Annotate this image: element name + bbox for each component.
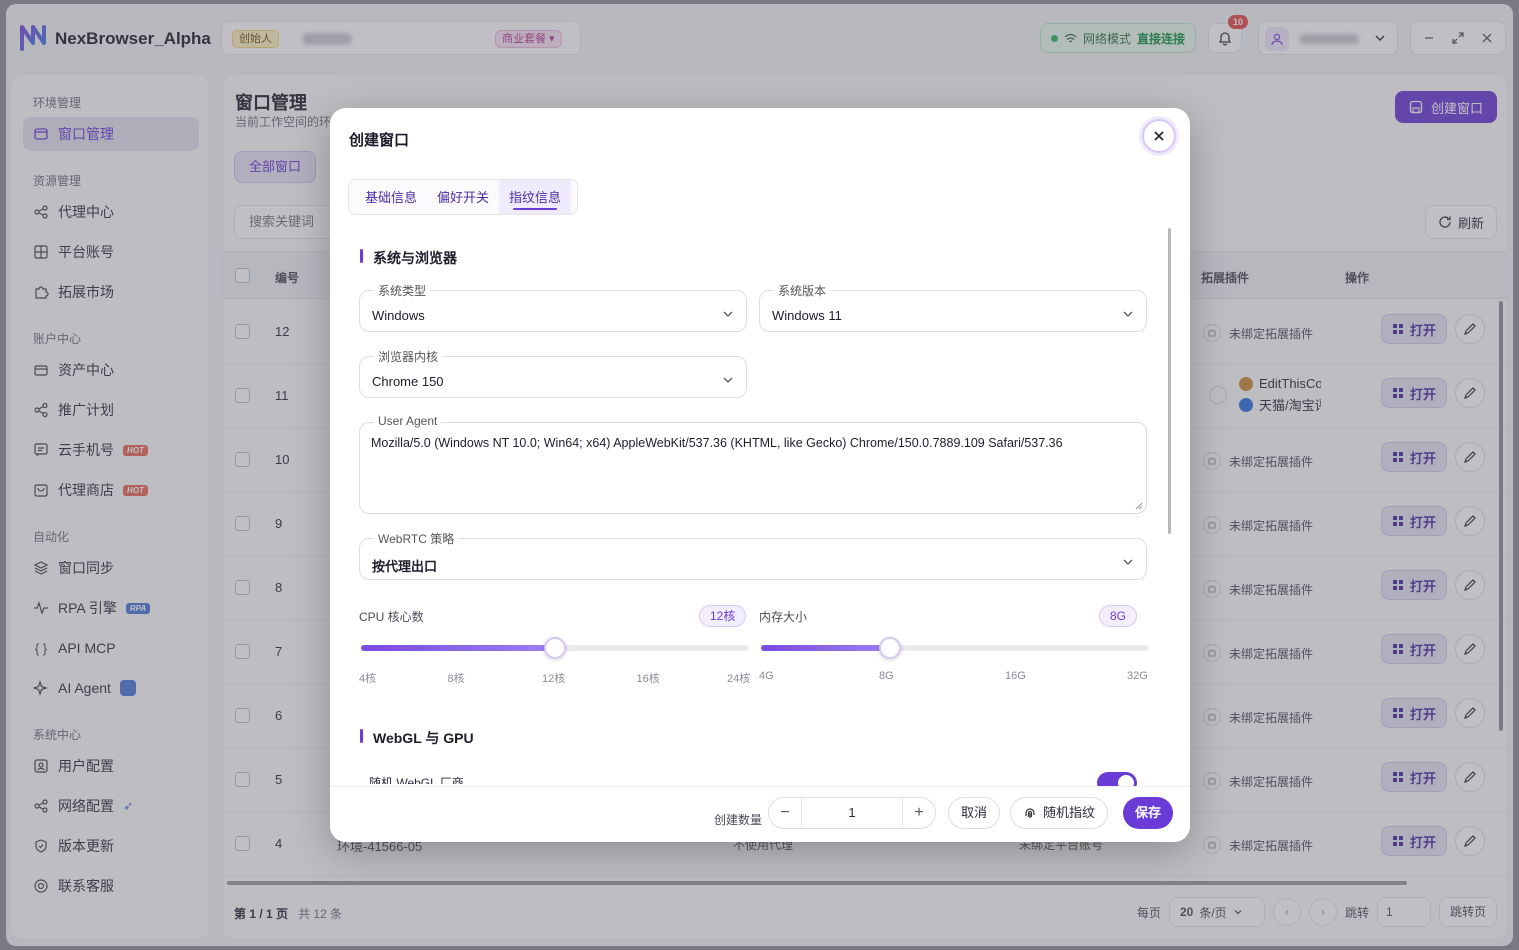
field-value: Windows (372, 308, 425, 323)
dialog-title: 创建窗口 (349, 132, 410, 149)
chevron-down-icon (1123, 311, 1133, 317)
chevron-down-icon (723, 377, 733, 383)
cpu-slider[interactable] (361, 637, 749, 659)
slider-tick-label: 8G (879, 670, 894, 682)
cpu-label: CPU 核心数 (359, 610, 424, 624)
create-window-dialog: 创建窗口 基础信息 偏好开关 指纹信息 系统与浏览器 系统类型 Windows … (330, 108, 1190, 842)
webgl-vendor-label: 随机 WebGL 厂商 (369, 776, 464, 784)
field-label: 系统类型 (374, 282, 431, 299)
slider-tick-label: 4G (759, 670, 774, 682)
field-value: 按代理出口 (372, 559, 438, 574)
section-title-system: 系统与浏览器 (360, 248, 457, 268)
close-icon (1154, 131, 1164, 141)
memory-slider-handle[interactable] (879, 637, 902, 659)
slider-tick-label: 8核 (447, 673, 465, 685)
save-button[interactable]: 保存 (1123, 797, 1174, 829)
quantity-input[interactable]: 1 (801, 798, 903, 828)
memory-value-badge: 8G (1099, 605, 1138, 627)
dialog-close-button[interactable] (1142, 119, 1176, 153)
field-label: 浏览器内核 (374, 348, 443, 365)
cancel-button[interactable]: 取消 (948, 797, 1001, 829)
resize-handle-icon[interactable] (1135, 502, 1143, 510)
os-version-select[interactable]: 系统版本 Windows 11 (759, 282, 1147, 332)
section-title-webgl: WebGL 与 GPU (360, 728, 474, 748)
quantity-label: 创建数量 (714, 813, 763, 827)
cpu-value-badge: 12核 (699, 605, 747, 627)
field-label: WebRTC 策略 (374, 530, 459, 547)
fingerprint-icon (1025, 808, 1035, 818)
memory-label: 内存大小 (759, 610, 808, 624)
quantity-stepper: − 1 + (768, 797, 936, 829)
decrement-button[interactable]: − (769, 798, 801, 828)
dialog-tabs: 基础信息 偏好开关 指纹信息 (348, 179, 579, 215)
slider-tick-label: 4核 (359, 673, 377, 685)
random-fingerprint-button[interactable]: 随机指纹 (1010, 797, 1109, 829)
tab-preferences[interactable]: 偏好开关 (427, 180, 499, 214)
field-label: 系统版本 (774, 282, 831, 299)
webrtc-policy-select[interactable]: WebRTC 策略 按代理出口 (359, 530, 1147, 580)
slider-tick-label: 16G (1005, 670, 1026, 682)
os-type-select[interactable]: 系统类型 Windows (359, 282, 747, 332)
tab-fingerprint[interactable]: 指纹信息 (499, 180, 572, 214)
dialog-footer: 创建数量 − 1 + 取消 随机指纹 保存 (330, 786, 1190, 842)
browser-kernel-select[interactable]: 浏览器内核 Chrome 150 (359, 348, 747, 398)
memory-slider-fill (761, 645, 891, 651)
chevron-down-icon (1123, 559, 1133, 565)
user-agent-textarea[interactable]: User Agent Mozilla/5.0 (Windows NT 10.0;… (359, 414, 1147, 514)
tab-basic-info[interactable]: 基础信息 (355, 180, 427, 214)
cpu-slider-handle[interactable] (544, 637, 566, 659)
field-value: Chrome 150 (372, 374, 444, 389)
dialog-scrollbar[interactable] (1168, 228, 1171, 534)
field-label: User Agent (374, 414, 442, 428)
slider-tick-label: 32G (1127, 670, 1148, 682)
cpu-slider-fill (361, 645, 555, 651)
user-agent-value: Mozilla/5.0 (Windows NT 10.0; Win64; x64… (371, 436, 1063, 450)
slider-tick-label: 16核 (636, 673, 660, 685)
increment-button[interactable]: + (903, 798, 935, 828)
field-value: Windows 11 (772, 308, 842, 323)
memory-slider[interactable] (761, 637, 1149, 659)
slider-tick-label: 24核 (727, 673, 751, 685)
chevron-down-icon (723, 311, 733, 317)
slider-tick-label: 12核 (542, 673, 566, 685)
